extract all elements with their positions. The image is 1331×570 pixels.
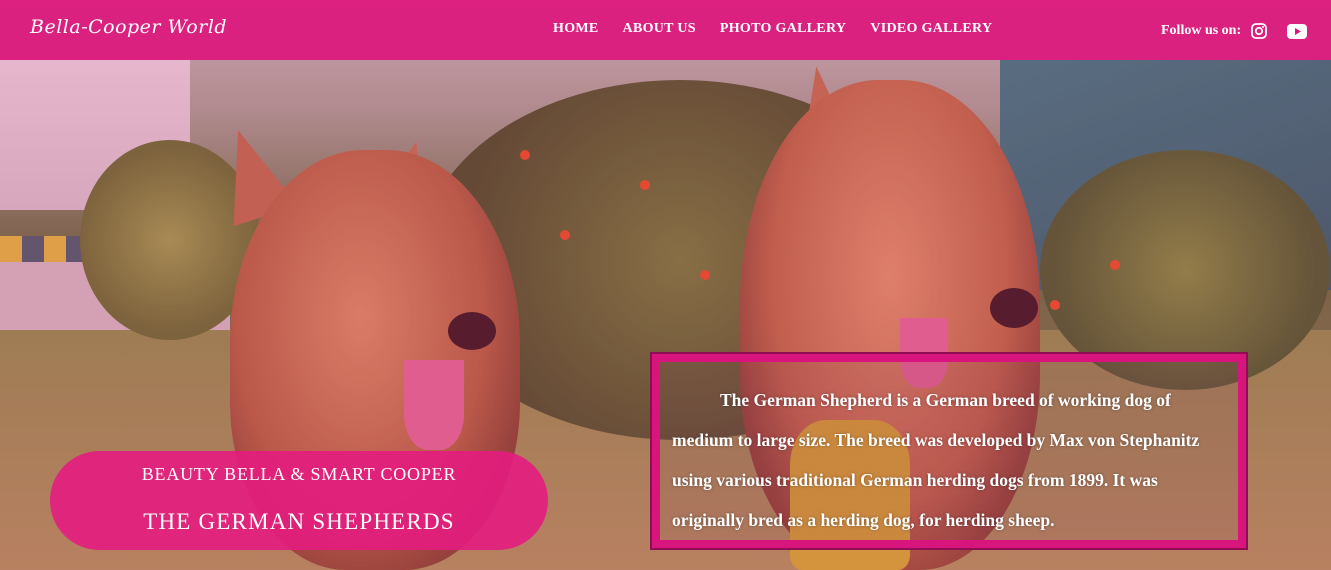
nav-about-us[interactable]: ABOUT US bbox=[623, 21, 696, 37]
breed-description-box: The German Shepherd is a German breed of… bbox=[650, 352, 1248, 550]
hero-title: THE GERMAN SHEPHERDS bbox=[143, 509, 455, 534]
nav-home[interactable]: HOME bbox=[553, 21, 599, 37]
breed-description: The German Shepherd is a German breed of… bbox=[672, 390, 1200, 530]
instagram-icon[interactable] bbox=[1251, 23, 1268, 39]
follow-label: Follow us on: bbox=[1161, 23, 1242, 38]
top-navbar: Bella-Cooper World HOME ABOUT US PHOTO G… bbox=[0, 0, 1331, 60]
hero-caption: BEAUTY BELLA & SMART COOPER THE GERMAN S… bbox=[50, 451, 548, 550]
brand-logo[interactable]: Bella-Cooper World bbox=[30, 16, 227, 38]
youtube-icon[interactable] bbox=[1287, 23, 1308, 39]
nav-photo-gallery[interactable]: PHOTO GALLERY bbox=[720, 21, 846, 37]
nav-video-gallery[interactable]: VIDEO GALLERY bbox=[870, 21, 992, 37]
social-links: Follow us on: bbox=[1161, 23, 1308, 39]
hero-tagline: BEAUTY BELLA & SMART COOPER bbox=[141, 464, 457, 484]
main-nav: HOME ABOUT US PHOTO GALLERY VIDEO GALLER… bbox=[553, 21, 992, 37]
